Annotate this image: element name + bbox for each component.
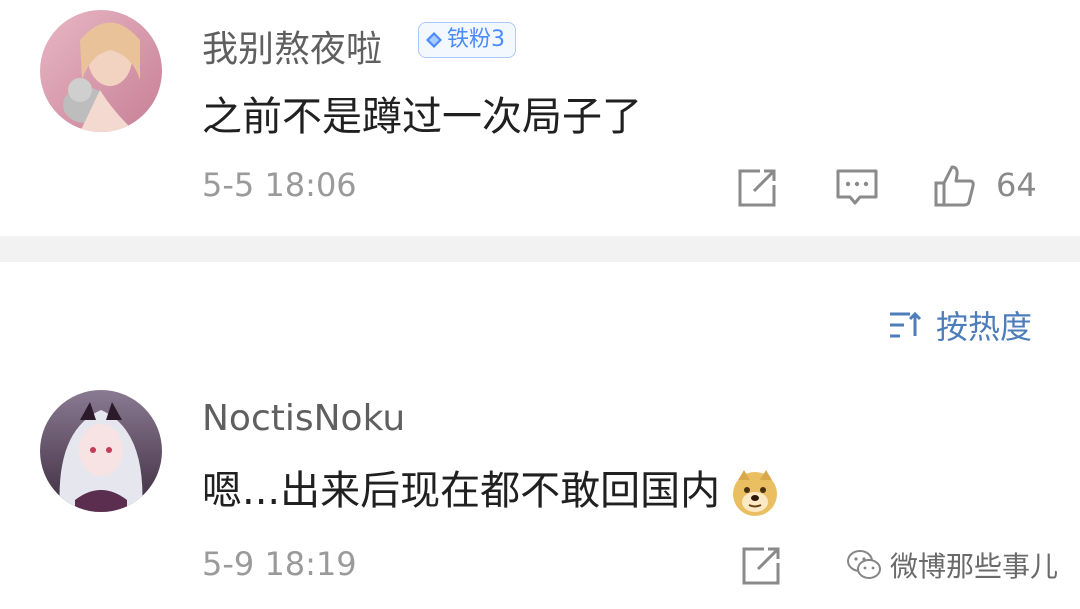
comment-icon[interactable] <box>834 165 880 211</box>
watermark: 微博那些事儿 <box>846 545 1058 585</box>
section-divider <box>0 236 1080 262</box>
avatar[interactable] <box>40 390 162 512</box>
sort-toggle[interactable]: 按热度 <box>888 302 1032 348</box>
doge-emoji-icon <box>733 470 778 516</box>
fan-badge[interactable]: 铁粉3 <box>418 22 516 58</box>
comment-text: 嗯...出来后现在都不敢回国内 <box>202 468 721 514</box>
badge-label: 铁粉3 <box>447 27 505 52</box>
watermark-text: 微博那些事儿 <box>890 550 1059 583</box>
wechat-icon <box>847 550 881 579</box>
like-count: 64 <box>996 166 1037 204</box>
comment-text: 之前不是蹲过一次局子了 <box>202 94 642 140</box>
sort-label: 按热度 <box>936 308 1033 346</box>
username[interactable]: 我别熬夜啦 <box>202 20 382 72</box>
username[interactable]: NoctisNoku <box>202 398 405 439</box>
comment-timestamp: 5-5 18:06 <box>202 166 357 204</box>
user-avatar-image <box>40 390 162 512</box>
avatar[interactable] <box>40 10 162 132</box>
share-icon[interactable] <box>738 543 784 589</box>
like-icon[interactable] <box>932 163 978 209</box>
share-icon[interactable] <box>734 165 780 211</box>
comment-text-row: 嗯...出来后现在都不敢回国内 <box>202 458 780 518</box>
comment-timestamp: 5-9 18:19 <box>202 545 357 583</box>
diamond-icon <box>426 32 442 48</box>
user-avatar-image <box>40 10 162 132</box>
sort-icon <box>890 311 922 338</box>
